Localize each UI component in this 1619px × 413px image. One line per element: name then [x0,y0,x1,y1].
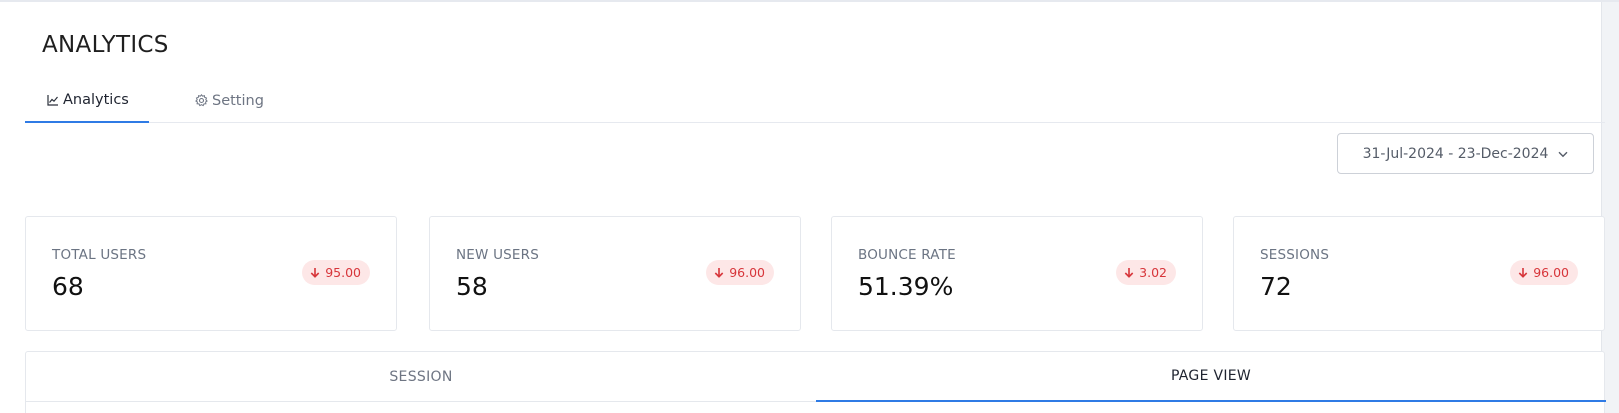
main-tabs: Analytics Setting [25,78,1605,123]
stat-value: 72 [1260,272,1292,301]
arrow-down-icon [714,267,724,278]
change-badge: 3.02 [1116,260,1176,285]
chevron-down-icon [1558,146,1568,162]
stat-label: NEW USERS [456,247,539,263]
tab-setting-label: Setting [212,92,264,109]
stat-card-total-users: TOTAL USERS 68 95.00 [25,216,397,331]
change-badge: 95.00 [302,260,370,285]
stat-card-sessions: SESSIONS 72 96.00 [1233,216,1605,331]
tab-session[interactable]: SESSION [26,352,816,402]
stat-label: TOTAL USERS [52,247,147,263]
stat-card-new-users: NEW USERS 58 96.00 [429,216,801,331]
date-range-picker[interactable]: 31-Jul-2024 - 23-Dec-2024 [1337,133,1594,174]
chart-panel: SESSION PAGE VIEW [25,351,1606,413]
change-badge: 96.00 [1510,260,1578,285]
change-value: 95.00 [325,265,361,280]
stat-label: SESSIONS [1260,247,1330,263]
analytics-page: ANALYTICS Analytics Setting 31-Jul-2024 … [0,0,1619,413]
arrow-down-icon [1518,267,1528,278]
date-range-label: 31-Jul-2024 - 23-Dec-2024 [1362,145,1549,162]
arrow-down-icon [1124,267,1134,278]
change-badge: 96.00 [706,260,774,285]
tab-analytics-label: Analytics [63,91,129,108]
stat-value: 58 [456,272,488,301]
page-title: ANALYTICS [42,32,169,58]
chart-line-icon [47,94,59,106]
tab-setting[interactable]: Setting [170,78,264,123]
stat-value: 68 [52,272,84,301]
change-value: 3.02 [1139,265,1167,280]
stat-card-bounce-rate: BOUNCE RATE 51.39% 3.02 [831,216,1203,331]
tab-page-view[interactable]: PAGE VIEW [816,352,1606,402]
stat-value: 51.39% [858,272,954,301]
change-value: 96.00 [729,265,765,280]
stat-label: BOUNCE RATE [858,247,956,263]
gear-icon [195,94,208,107]
change-value: 96.00 [1533,265,1569,280]
arrow-down-icon [310,267,320,278]
chart-panel-tabs: SESSION PAGE VIEW [26,352,1606,402]
tab-analytics[interactable]: Analytics [25,78,149,123]
